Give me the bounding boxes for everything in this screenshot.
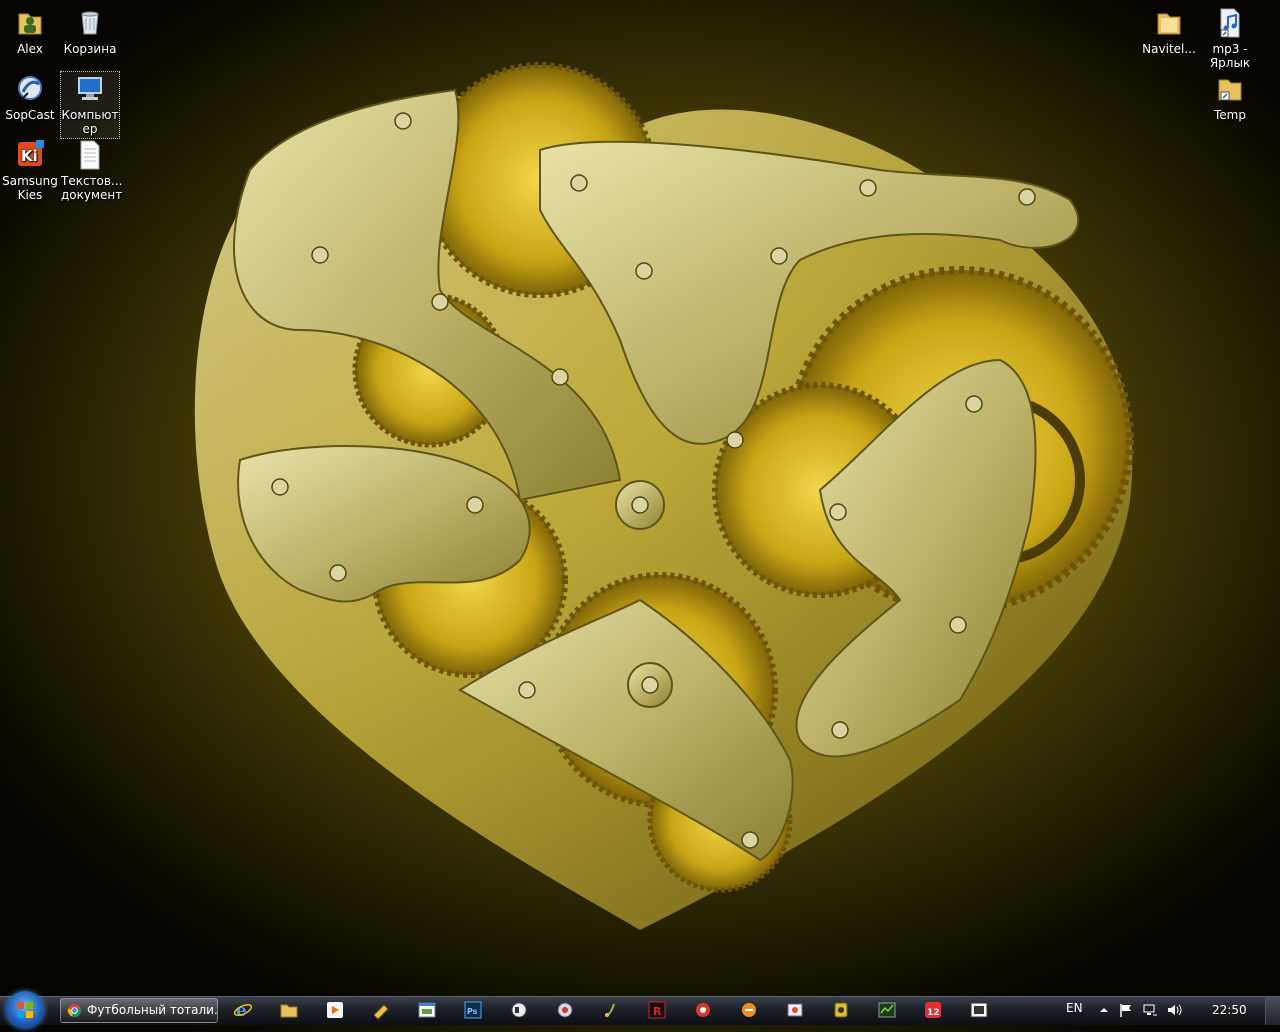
desktop-icon-label: Samsung Kies (2, 174, 58, 202)
pinned-media-player[interactable] (324, 999, 346, 1021)
folder-shortcut-icon (1213, 72, 1247, 106)
pinned-app-1[interactable] (370, 999, 392, 1021)
pinned-app-2[interactable] (416, 999, 438, 1021)
pinned-app-4[interactable] (554, 999, 576, 1021)
pinned-explorer[interactable] (278, 999, 300, 1021)
app-icon (373, 1004, 389, 1020)
pinned-app-3[interactable] (508, 999, 530, 1021)
volume-icon[interactable] (1166, 1002, 1182, 1018)
app-icon (834, 1002, 848, 1018)
media-player-icon (327, 1002, 343, 1018)
computer-icon (73, 72, 107, 106)
svg-text:12: 12 (927, 1008, 940, 1018)
pinned-app-5[interactable] (600, 999, 622, 1021)
pinned-app-12[interactable] (968, 999, 990, 1021)
desktop-icon-label: Корзина (63, 42, 117, 56)
action-center-flag-icon[interactable] (1118, 1002, 1134, 1018)
show-desktop-button[interactable] (1265, 997, 1280, 1025)
network-icon[interactable] (1142, 1002, 1158, 1018)
app-icon (696, 1003, 710, 1017)
pinned-app-9[interactable] (830, 999, 852, 1021)
desktop-icon-label: Текстов... документ (61, 174, 123, 202)
desktop-icon-recycle-bin[interactable]: Корзина (61, 6, 119, 56)
app-icon: 12 (925, 1002, 941, 1018)
desktop-icon-alex[interactable]: Alex (1, 6, 59, 56)
app-icon (742, 1003, 756, 1017)
app-icon (605, 1003, 615, 1017)
samsung-kies-icon: Ki (13, 138, 47, 172)
desktop-icon-label: mp3 - Ярлык (1209, 42, 1251, 70)
window-app-icon (418, 1002, 436, 1018)
svg-text:Ki: Ki (21, 147, 38, 165)
start-button[interactable] (6, 991, 44, 1029)
chrome-icon (67, 1003, 82, 1018)
svg-text:e: e (236, 1001, 247, 1021)
desktop-icon-text-document[interactable]: Текстов... документ (61, 138, 123, 202)
taskbar-window-chrome[interactable]: Футбольный тотали... (60, 998, 218, 1023)
sopcast-icon (13, 72, 47, 106)
language-indicator[interactable]: EN (1066, 1001, 1083, 1015)
desktop-icon-temp[interactable]: Temp (1201, 72, 1259, 122)
user-folder-icon (13, 6, 47, 40)
pinned-app-8[interactable] (784, 999, 806, 1021)
app-icon (557, 1002, 573, 1018)
clock[interactable]: 22:50 (1212, 1003, 1247, 1017)
desktop-icon-label: SopCast (5, 108, 55, 122)
pinned-internet-explorer[interactable]: e (232, 999, 254, 1021)
desktop-icon-navitel[interactable]: Navitel... (1140, 6, 1198, 56)
taskbar: Футбольный тотали... e Ps R 12 EN 22:50 (0, 991, 1280, 1029)
desktop-icon-label: Компьют ер (61, 108, 119, 136)
wallpaper-mechanical-heart (194, 62, 1134, 931)
app-icon (787, 1003, 803, 1017)
recycle-bin-icon (73, 6, 107, 40)
windows-logo-icon (17, 1002, 33, 1018)
app-icon (970, 1002, 988, 1018)
folder-icon (1152, 6, 1186, 40)
pinned-app-11[interactable]: 12 (922, 999, 944, 1021)
pinned-photoshop[interactable]: Ps (462, 999, 484, 1021)
taskbar-window-title: Футбольный тотали... (87, 1003, 218, 1017)
desktop-icon-label: Navitel... (1142, 42, 1196, 56)
svg-text:Ps: Ps (467, 1007, 478, 1016)
tray-expand-arrow-icon[interactable] (1096, 1002, 1112, 1018)
desktop-icon-sopcast[interactable]: SopCast (1, 72, 59, 122)
photoshop-icon: Ps (464, 1001, 482, 1019)
text-document-icon (73, 138, 107, 172)
app-icon (878, 1002, 896, 1018)
internet-explorer-icon: e (233, 1001, 253, 1021)
svg-text:R: R (653, 1005, 662, 1018)
desktop-icon-samsung-kies[interactable]: Ki Samsung Kies (1, 138, 59, 202)
pinned-app-7[interactable] (738, 999, 760, 1021)
pinned-app-6[interactable] (692, 999, 714, 1021)
explorer-icon (280, 1004, 298, 1018)
pinned-app-10[interactable] (876, 999, 898, 1021)
r-app-icon: R (648, 1001, 666, 1019)
desktop-icon-mp3-shortcut[interactable]: mp3 - Ярлык (1201, 6, 1259, 70)
desktop-icon-label: Temp (1214, 108, 1246, 122)
audio-shortcut-icon (1213, 6, 1247, 40)
app-icon (511, 1002, 527, 1018)
pinned-r-app[interactable]: R (646, 999, 668, 1021)
desktop-icon-label: Alex (17, 42, 43, 56)
desktop-icon-computer[interactable]: Компьют ер (60, 71, 120, 139)
